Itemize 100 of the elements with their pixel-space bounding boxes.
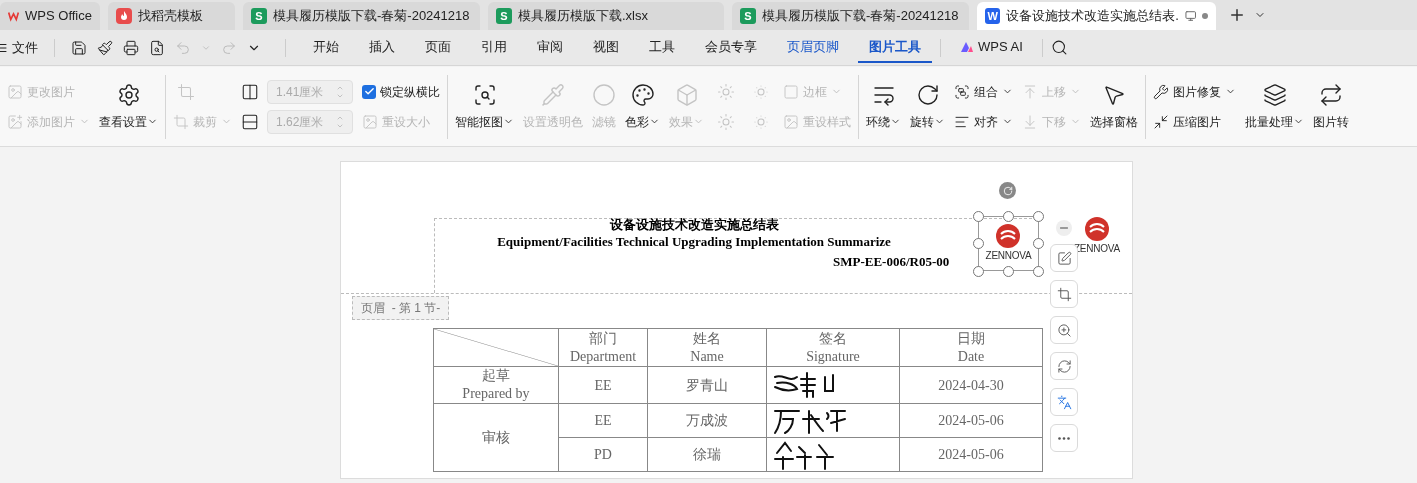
resize-handle[interactable] <box>1003 266 1014 277</box>
add-picture-icon <box>7 113 23 130</box>
ribbon-large-button[interactable]: 图片转 <box>1313 82 1349 131</box>
crop-icon <box>1056 286 1072 302</box>
ai-logo-icon <box>960 40 974 53</box>
brightness-down-icon <box>717 112 735 131</box>
tab-title: 模具履历模版下载-春菊-20241218 <box>762 7 959 26</box>
ribbon-tab[interactable]: 页眉页脚 <box>776 32 850 63</box>
rotate-handle[interactable] <box>999 182 1016 199</box>
app-badge: S <box>740 8 756 24</box>
document-tab[interactable]: WPS Office <box>0 2 100 30</box>
ribbon-tab[interactable]: 开始 <box>302 32 350 63</box>
ribbon-button[interactable]: 图片修复 <box>1153 78 1236 105</box>
ribbon-large-button[interactable]: 旋转 <box>910 82 945 131</box>
ribbon-tab[interactable]: 会员专享 <box>694 32 768 63</box>
ribbon-large-button[interactable]: 色彩 <box>625 82 660 131</box>
column-header: 姓名 Name <box>647 328 767 367</box>
ribbon-tab[interactable]: 审阅 <box>526 32 574 63</box>
table-cell: EE <box>558 403 648 438</box>
save-icon[interactable] <box>71 39 87 56</box>
resize-handle[interactable] <box>1003 211 1014 222</box>
resize-handle[interactable] <box>973 238 984 249</box>
tab-title: 设备设施技术改造实施总结表. <box>1006 7 1179 26</box>
height-icon <box>241 112 259 131</box>
logo-text: ZENNOVA <box>985 249 1032 263</box>
group-icon <box>954 83 970 100</box>
ribbon-tab[interactable]: 引用 <box>470 32 518 63</box>
resize-handle[interactable] <box>1033 238 1044 249</box>
new-tab-icon[interactable] <box>1228 6 1246 24</box>
float-tool-button[interactable] <box>1050 280 1078 308</box>
document-tab[interactable]: W 设备设施技术改造实施总结表. <box>977 2 1216 30</box>
table-cell: 万成波 <box>647 403 767 438</box>
table-cell: 罗青山 <box>647 366 767 404</box>
picture-settings-icon <box>116 82 141 107</box>
menu-icon[interactable] <box>0 41 8 54</box>
edit-icon <box>1056 250 1072 266</box>
ribbon-tab[interactable]: 页面 <box>414 32 462 63</box>
tab-title: WPS Office <box>25 7 92 26</box>
table-cell: 2024-04-30 <box>899 366 1043 404</box>
picture-icon <box>7 83 23 100</box>
rotate-icon <box>1056 358 1072 374</box>
column-header: 日期 Date <box>899 328 1043 367</box>
table-cell: 徐瑞 <box>647 437 767 472</box>
ribbon-tab[interactable]: 视图 <box>582 32 630 63</box>
document-tab[interactable]: S 模具履历模版下载.xlsx <box>488 2 724 30</box>
translate-icon <box>1056 394 1072 410</box>
float-tool-button[interactable] <box>1050 352 1078 380</box>
ribbon-tab[interactable]: WPS AI <box>949 32 1034 63</box>
float-tool-button[interactable] <box>1050 316 1078 344</box>
cutout-icon <box>472 82 497 107</box>
column-header: 签名 Signature <box>766 328 900 367</box>
role-cell: 起草 Prepared by <box>433 366 559 404</box>
flame-logo-icon <box>116 8 132 24</box>
resize-handle[interactable] <box>1033 266 1044 277</box>
search-icon[interactable] <box>1050 39 1068 56</box>
logo-mark-icon <box>996 224 1021 248</box>
ribbon-button[interactable]: 压缩图片 <box>1153 108 1236 135</box>
document-code: SMP-EE-006/R05-00 <box>833 253 950 271</box>
checkbox-label: 锁定纵横比 <box>380 83 440 101</box>
header-title: 设备设施技术改造实施总结表 <box>609 216 779 233</box>
move-up-icon <box>1022 83 1038 100</box>
resize-handle[interactable] <box>973 211 984 222</box>
document-tab[interactable]: 找稻壳模板 <box>108 2 235 30</box>
section-label: 页眉 - 第 1 节- <box>352 296 450 320</box>
checkbox[interactable] <box>362 84 376 99</box>
border-icon <box>783 83 799 100</box>
brightness-up-icon <box>717 82 735 101</box>
float-tool-button[interactable] <box>1050 424 1078 452</box>
picture-repair-icon <box>1153 83 1169 100</box>
ribbon-tab[interactable]: 工具 <box>638 32 686 63</box>
ribbon-tab[interactable]: 插入 <box>358 32 406 63</box>
ribbon-button[interactable]: 对齐 <box>954 108 1013 135</box>
print-icon[interactable] <box>123 39 139 56</box>
app-badge: W <box>985 8 1001 24</box>
zoom-in-icon <box>1056 322 1072 338</box>
file-menu[interactable]: 文件 <box>12 37 38 58</box>
ribbon-large-button[interactable]: 智能抠图 <box>455 82 514 131</box>
resize-handle[interactable] <box>973 266 984 277</box>
print-preview-icon[interactable] <box>149 39 165 56</box>
table-cell: PD <box>558 437 648 472</box>
ribbon-tab[interactable]: 图片工具 <box>858 32 932 63</box>
format-painter-icon[interactable] <box>97 39 113 56</box>
resize-handle[interactable] <box>1033 211 1044 222</box>
crop-icon <box>177 82 195 101</box>
rotate-icon <box>915 82 940 107</box>
ribbon-large-button[interactable]: 环绕 <box>866 82 901 131</box>
collapse-icon[interactable] <box>1056 220 1072 236</box>
table-cell: EE <box>558 366 648 404</box>
document-tab[interactable]: S 模具履历模版下载-春菊-20241218 <box>732 2 969 30</box>
role-cell: 审核 <box>433 403 559 472</box>
tab-title: 找稻壳模板 <box>138 7 203 26</box>
document-tab[interactable]: S 模具履历模版下载-春菊-20241218 <box>243 2 480 30</box>
width-icon <box>241 82 259 101</box>
ribbon-large-button[interactable]: 批量处理 <box>1245 82 1304 131</box>
color-brush-icon <box>630 82 655 107</box>
ribbon-button[interactable]: 组合 <box>954 78 1013 105</box>
wps-logo-icon <box>8 9 20 23</box>
float-tool-button[interactable] <box>1050 388 1078 416</box>
ribbon-large-button[interactable]: 选择窗格 <box>1090 82 1138 131</box>
ribbon-large-button[interactable]: 查看设置 <box>99 82 158 131</box>
